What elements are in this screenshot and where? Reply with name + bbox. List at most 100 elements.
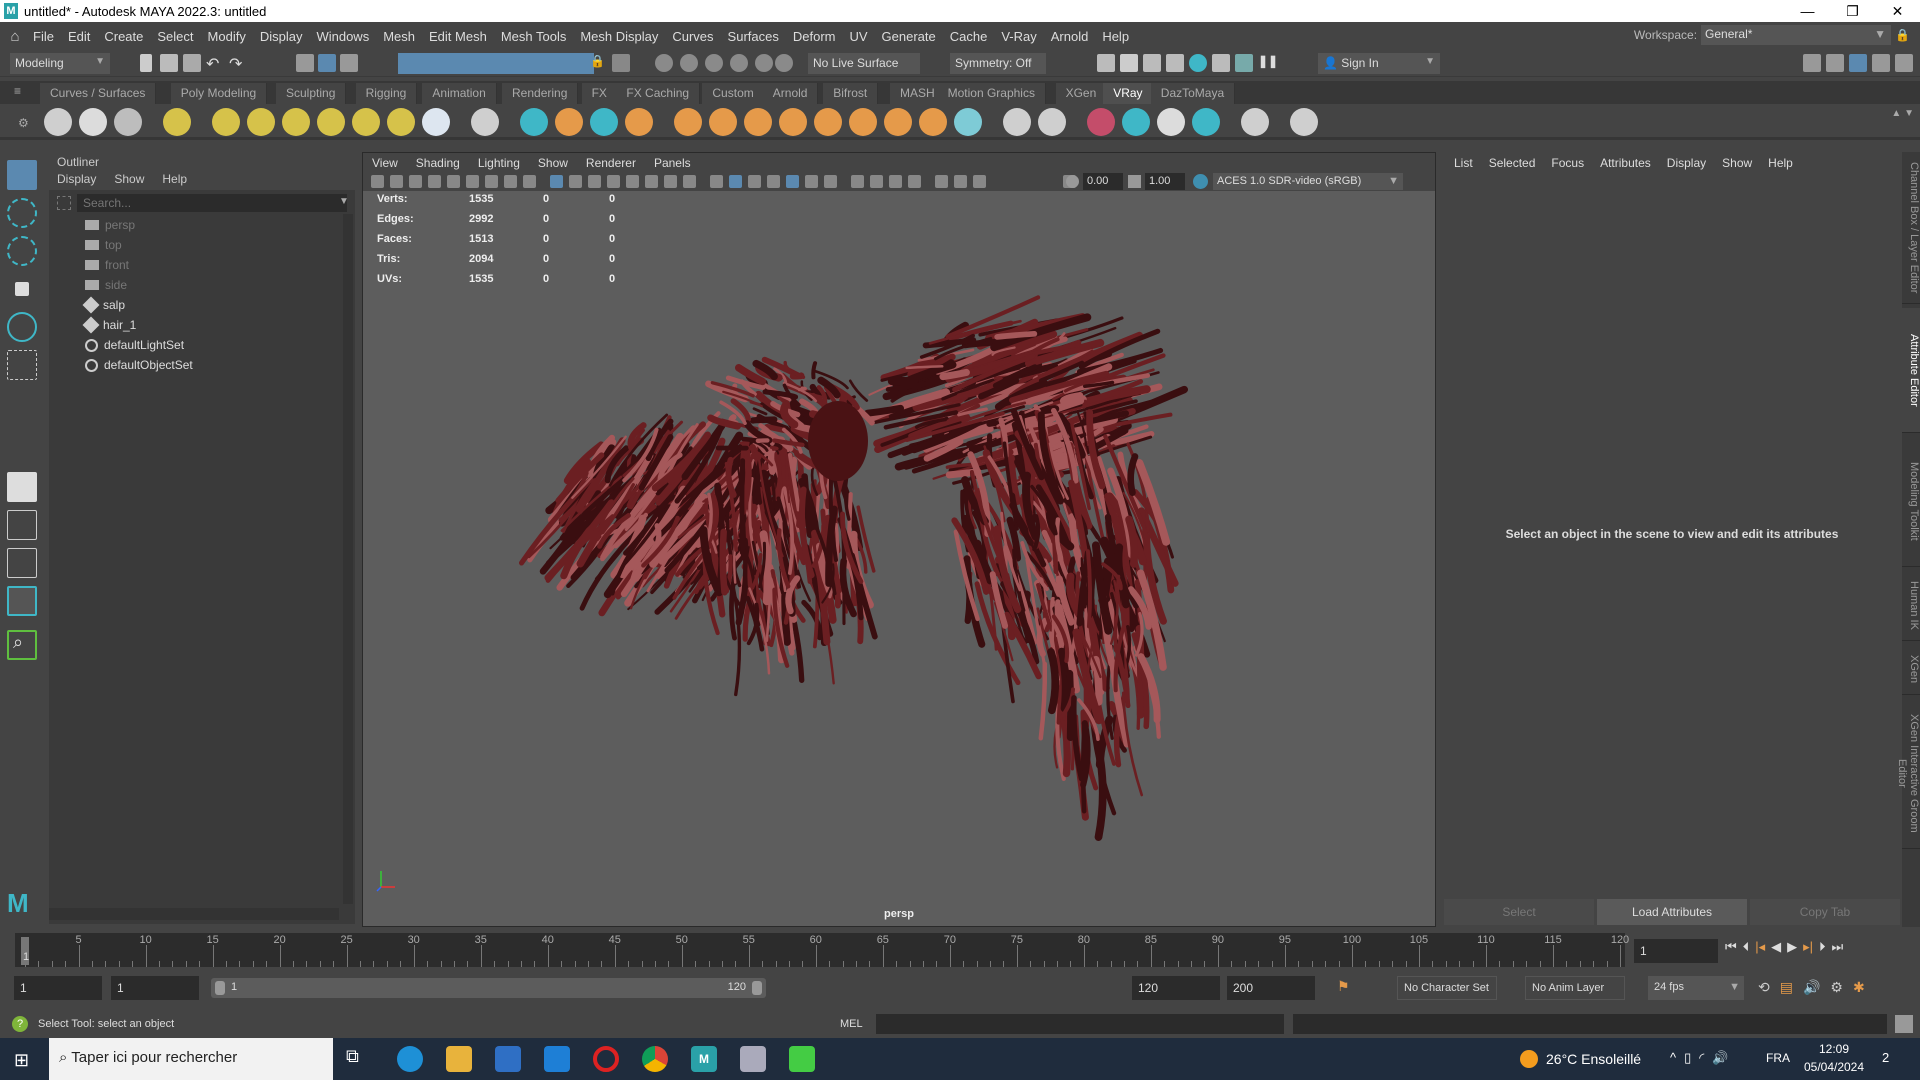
side-tab-xgen[interactable]: XGen — [1902, 645, 1920, 695]
2d-pan-zoom-icon[interactable] — [409, 175, 422, 188]
side-tab-human-ik[interactable]: Human IK — [1902, 571, 1920, 641]
exposure-field[interactable]: 0.00 — [1083, 173, 1123, 190]
viewport-menu-shading[interactable]: Shading — [407, 156, 469, 170]
outliner-menu-display[interactable]: Display — [57, 172, 96, 188]
vray-import-icon[interactable] — [1038, 108, 1066, 136]
lasso-icon[interactable] — [655, 54, 673, 72]
single-perspective-layout-icon[interactable] — [7, 472, 37, 502]
lock-icon[interactable]: 🔒 — [1895, 28, 1910, 42]
four-view-layout-icon[interactable] — [7, 510, 37, 540]
wireframe-icon[interactable] — [710, 175, 723, 188]
gamma-icon[interactable] — [1128, 175, 1141, 188]
step-back-frame-icon[interactable]: |◂ — [1755, 939, 1765, 955]
vray-object-props-icon[interactable] — [674, 108, 702, 136]
use-all-lights-icon[interactable] — [786, 175, 799, 188]
sound-icon[interactable]: 🔊 — [1803, 979, 1820, 996]
shelf-tab-sculpting[interactable]: Sculpting — [276, 83, 347, 104]
viewport-menu-show[interactable]: Show — [529, 156, 577, 170]
attribute-menu-selected[interactable]: Selected — [1489, 156, 1536, 170]
outliner-layout-icon[interactable] — [7, 586, 37, 616]
side-tab-modeling-toolkit[interactable]: Modeling Toolkit — [1902, 437, 1920, 567]
attribute-menu-help[interactable]: Help — [1768, 156, 1793, 170]
file-explorer-icon[interactable] — [446, 1046, 472, 1072]
minimize-button[interactable]: — — [1785, 0, 1830, 22]
rotate-icon[interactable] — [775, 54, 793, 72]
current-frame-field[interactable]: 1 — [1634, 939, 1718, 963]
menu-arnold[interactable]: Arnold — [1044, 29, 1096, 44]
menu-surfaces[interactable]: Surfaces — [721, 29, 786, 44]
menu-edit[interactable]: Edit — [61, 29, 97, 44]
lasso-tool-icon[interactable] — [7, 198, 37, 228]
render-setup-icon[interactable] — [1212, 54, 1230, 72]
go-to-start-icon[interactable]: ⏮ — [1725, 939, 1737, 955]
script-language-toggle[interactable]: MEL — [840, 1018, 863, 1030]
vray-convert-icon[interactable] — [1003, 108, 1031, 136]
outliner-horizontal-scrollbar[interactable] — [49, 908, 339, 920]
shelf-tab-poly-modeling[interactable]: Poly Modeling — [170, 83, 268, 104]
viewport-menu-view[interactable]: View — [363, 156, 407, 170]
side-tab-channel-box-layer-editor[interactable]: Channel Box / Layer Editor — [1902, 152, 1920, 304]
mel-command-input[interactable] — [876, 1014, 1284, 1034]
load-attributes-button[interactable]: Load Attributes — [1597, 899, 1747, 925]
vray-sun-icon[interactable] — [387, 108, 415, 136]
menu-cache[interactable]: Cache — [943, 29, 995, 44]
vray-spot-light-icon[interactable] — [247, 108, 275, 136]
shelf-scroll-icon[interactable]: ▲ ▼ — [1891, 108, 1914, 119]
channel-box-icon[interactable] — [1895, 54, 1913, 72]
outliner-item[interactable]: salp — [82, 296, 125, 314]
anim-layer-dropdown[interactable]: No Anim Layer — [1525, 976, 1625, 1000]
xray-icon[interactable] — [935, 175, 948, 188]
select-object-icon[interactable] — [318, 54, 336, 72]
lock-icon[interactable]: 🔒 — [590, 54, 608, 72]
grid-icon[interactable] — [569, 175, 582, 188]
shelf-tab-rigging[interactable]: Rigging — [355, 83, 418, 104]
render-settings-icon[interactable] — [1166, 54, 1184, 72]
playback-start-field[interactable]: 1 — [111, 976, 199, 1000]
field-chart-icon[interactable] — [645, 175, 658, 188]
viewport-menu-lighting[interactable]: Lighting — [469, 156, 529, 170]
textured-icon[interactable] — [767, 175, 780, 188]
sign-in-dropdown[interactable]: 👤 Sign In ▼ — [1318, 53, 1440, 74]
shelf-tab-arnold[interactable]: Arnold — [762, 83, 819, 104]
close-button[interactable]: ✕ — [1875, 0, 1920, 22]
step-forward-key-icon[interactable]: ⏵ — [1819, 939, 1826, 955]
go-to-end-icon[interactable]: ⏭ — [1832, 939, 1844, 955]
maya-taskbar-icon[interactable]: M — [691, 1046, 717, 1072]
scene-start-field[interactable]: 1 — [14, 976, 102, 1000]
vray-channels-icon[interactable] — [884, 108, 912, 136]
task-view-icon[interactable]: ⧉ — [346, 1046, 372, 1072]
outliner-vertical-scrollbar[interactable] — [343, 214, 353, 904]
shelf-tab-bifrost[interactable]: Bifrost — [823, 83, 879, 104]
loop-icon[interactable]: ⟲ — [1758, 979, 1770, 996]
attribute-editor-icon[interactable] — [1849, 54, 1867, 72]
undo-icon[interactable]: ↶ — [206, 54, 224, 73]
outliner-item[interactable]: defaultObjectSet — [85, 356, 193, 374]
menu-windows[interactable]: Windows — [309, 29, 376, 44]
hair-mesh[interactable] — [363, 191, 1435, 926]
highlight-selection-icon[interactable] — [612, 54, 630, 72]
soft-select-icon[interactable] — [705, 54, 723, 72]
store-icon[interactable] — [495, 1046, 521, 1072]
rotate-tool-icon[interactable] — [7, 312, 37, 342]
filter-icon[interactable] — [57, 196, 71, 210]
vray-instancer-icon[interactable] — [814, 108, 842, 136]
weather-label[interactable]: 26°C Ensoleillé — [1546, 1051, 1641, 1067]
wireframe-grid-icon[interactable] — [550, 175, 563, 188]
vray-mesh-light-icon[interactable] — [317, 108, 345, 136]
clock-time[interactable]: 12:09 — [1806, 1042, 1862, 1056]
menu-curves[interactable]: Curves — [665, 29, 720, 44]
menu-v-ray[interactable]: V-Ray — [994, 29, 1043, 44]
vray-frame-buffer-icon[interactable] — [44, 108, 72, 136]
resolution-gate-icon[interactable] — [607, 175, 620, 188]
shelf-tab-motion-graphics[interactable]: Motion Graphics — [937, 83, 1046, 104]
notifications-badge[interactable]: 2 — [1882, 1050, 1889, 1065]
isolate-select-icon[interactable] — [908, 175, 921, 188]
shelf-menu-icon[interactable]: ≡ — [14, 84, 21, 98]
language-indicator[interactable]: FRA — [1766, 1051, 1790, 1065]
side-tab-attribute-editor[interactable]: Attribute Editor — [1902, 308, 1920, 433]
shelf-tab-daztomaya[interactable]: DazToMaya — [1150, 83, 1236, 104]
vray-fur-icon[interactable] — [709, 108, 737, 136]
menu-mesh-display[interactable]: Mesh Display — [573, 29, 665, 44]
vray-plugin-icon[interactable] — [1241, 108, 1269, 136]
scale-tool-icon[interactable] — [7, 350, 37, 380]
